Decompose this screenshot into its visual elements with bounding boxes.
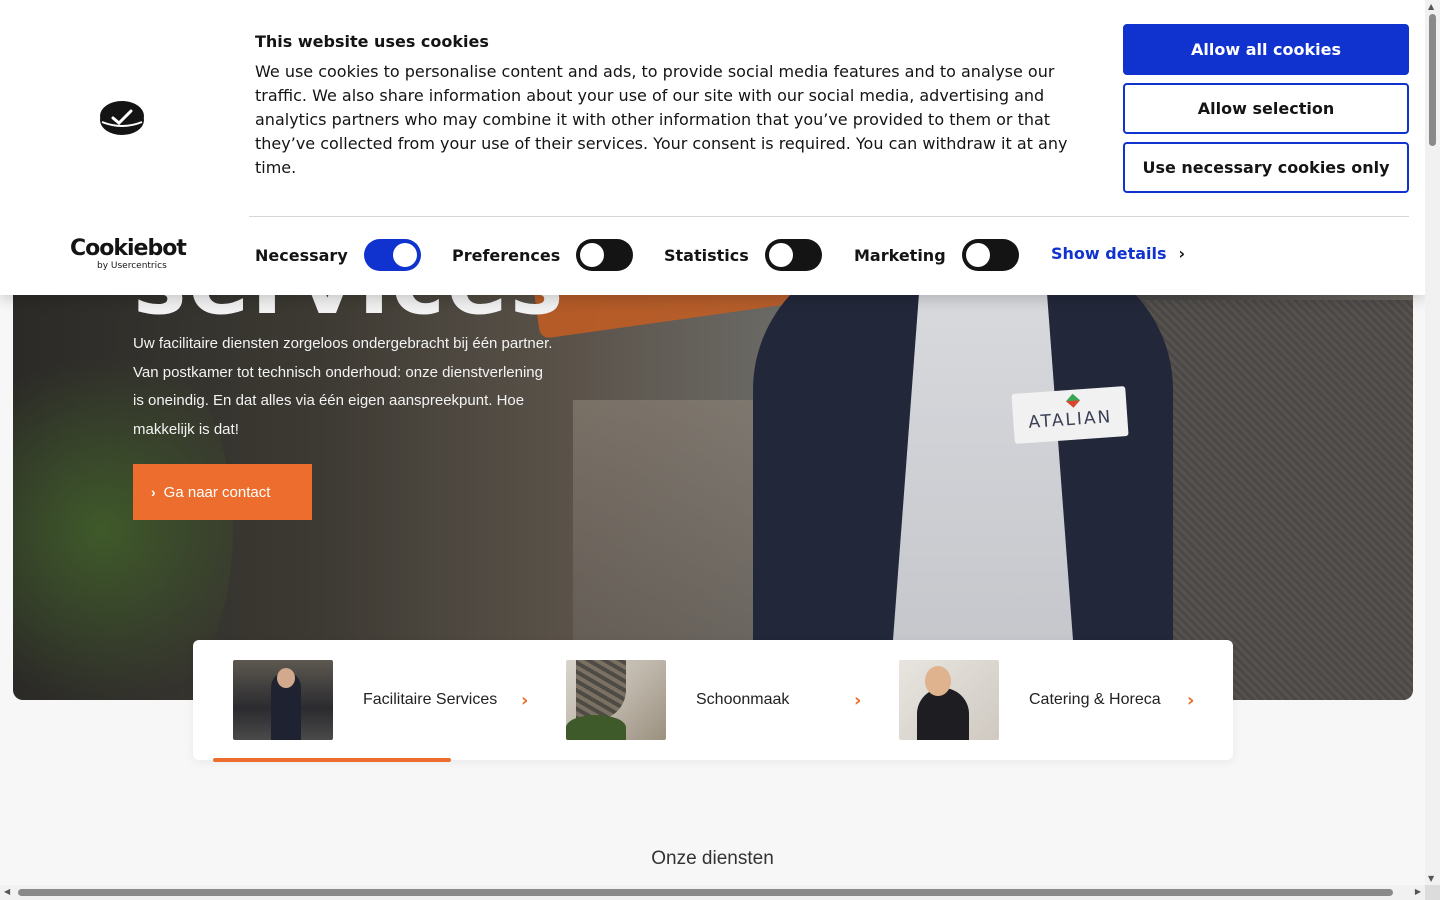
scrollbar-corner xyxy=(1425,885,1440,900)
statistics-switch[interactable] xyxy=(764,239,822,271)
divider xyxy=(249,216,1409,217)
atalian-logo-icon xyxy=(1065,393,1081,408)
necessary-switch[interactable] xyxy=(363,239,421,271)
toggle-label: Statistics xyxy=(664,245,749,265)
preferences-switch[interactable] xyxy=(576,239,634,271)
tab-label: Catering & Horeca xyxy=(1029,691,1161,708)
tab-label: Facilitaire Services xyxy=(363,691,498,708)
allow-selection-button[interactable]: Allow selection xyxy=(1123,83,1409,134)
name-badge: ATALIAN xyxy=(1011,386,1129,444)
service-tabs: Facilitaire Services › Schoonmaak › Cate… xyxy=(193,640,1233,760)
marketing-switch[interactable] xyxy=(961,239,1019,271)
hero-subtitle: Uw facilitaire diensten zorgeloos onderg… xyxy=(133,335,553,438)
toggle-label: Necessary xyxy=(255,245,348,265)
tab-thumbnail xyxy=(566,660,666,740)
toggle-necessary: Necessary xyxy=(255,238,421,272)
show-details-link[interactable]: Show details › xyxy=(1051,244,1185,263)
contact-button-label: Ga naar contact xyxy=(163,483,271,501)
cookie-title: This website uses cookies xyxy=(255,32,489,51)
allow-all-cookies-button[interactable]: Allow all cookies xyxy=(1123,24,1409,75)
cookiebot-brand: Cookiebot by Usercentrics xyxy=(70,236,187,272)
chevron-right-icon: › xyxy=(854,689,862,711)
tab-label: Schoonmaak xyxy=(696,691,790,708)
tab-schoonmaak[interactable]: Schoonmaak › xyxy=(566,660,861,740)
vertical-scroll-thumb[interactable] xyxy=(1429,14,1436,146)
necessary-cookies-only-button[interactable]: Use necessary cookies only xyxy=(1123,142,1409,193)
chevron-right-icon: › xyxy=(1187,689,1195,711)
toggle-preferences: Preferences xyxy=(452,238,634,272)
chevron-right-icon: › xyxy=(1178,244,1186,263)
vertical-scrollbar[interactable]: ▲ ▼ xyxy=(1425,0,1440,885)
contact-button[interactable]: › Ga naar contact xyxy=(133,464,312,520)
toggle-marketing: Marketing xyxy=(854,238,1019,272)
tab-facilitaire-services[interactable]: Facilitaire Services › xyxy=(233,660,528,740)
active-tab-indicator xyxy=(213,758,451,762)
tab-catering-horeca[interactable]: Catering & Horeca › xyxy=(899,660,1194,740)
cookiebot-wordmark: Cookiebot xyxy=(70,236,187,261)
tab-thumbnail xyxy=(233,660,333,740)
section-heading: Onze diensten xyxy=(651,848,774,869)
horizontal-scroll-thumb[interactable] xyxy=(18,889,1393,896)
scroll-up-icon[interactable]: ▲ xyxy=(1428,2,1434,11)
scroll-down-icon[interactable]: ▼ xyxy=(1428,874,1434,883)
cookiebot-logo-icon xyxy=(100,101,144,135)
tab-thumbnail xyxy=(899,660,999,740)
chevron-right-icon: › xyxy=(151,484,156,500)
scroll-right-icon[interactable]: ▶ xyxy=(1415,887,1421,896)
cookie-description: We use cookies to personalise content an… xyxy=(255,62,1068,177)
toggle-label: Marketing xyxy=(854,245,946,265)
cookie-banner: Cookiebot by Usercentrics This website u… xyxy=(0,0,1425,295)
hero-person-shirt xyxy=(893,280,1073,640)
toggle-statistics: Statistics xyxy=(664,238,822,272)
show-details-label: Show details xyxy=(1051,244,1167,263)
cookiebot-byline: by Usercentrics xyxy=(97,261,167,271)
chevron-right-icon: › xyxy=(521,689,529,711)
horizontal-scrollbar[interactable]: ◀ ▶ xyxy=(0,885,1425,900)
toggle-label: Preferences xyxy=(452,245,561,265)
scroll-left-icon[interactable]: ◀ xyxy=(4,887,10,896)
